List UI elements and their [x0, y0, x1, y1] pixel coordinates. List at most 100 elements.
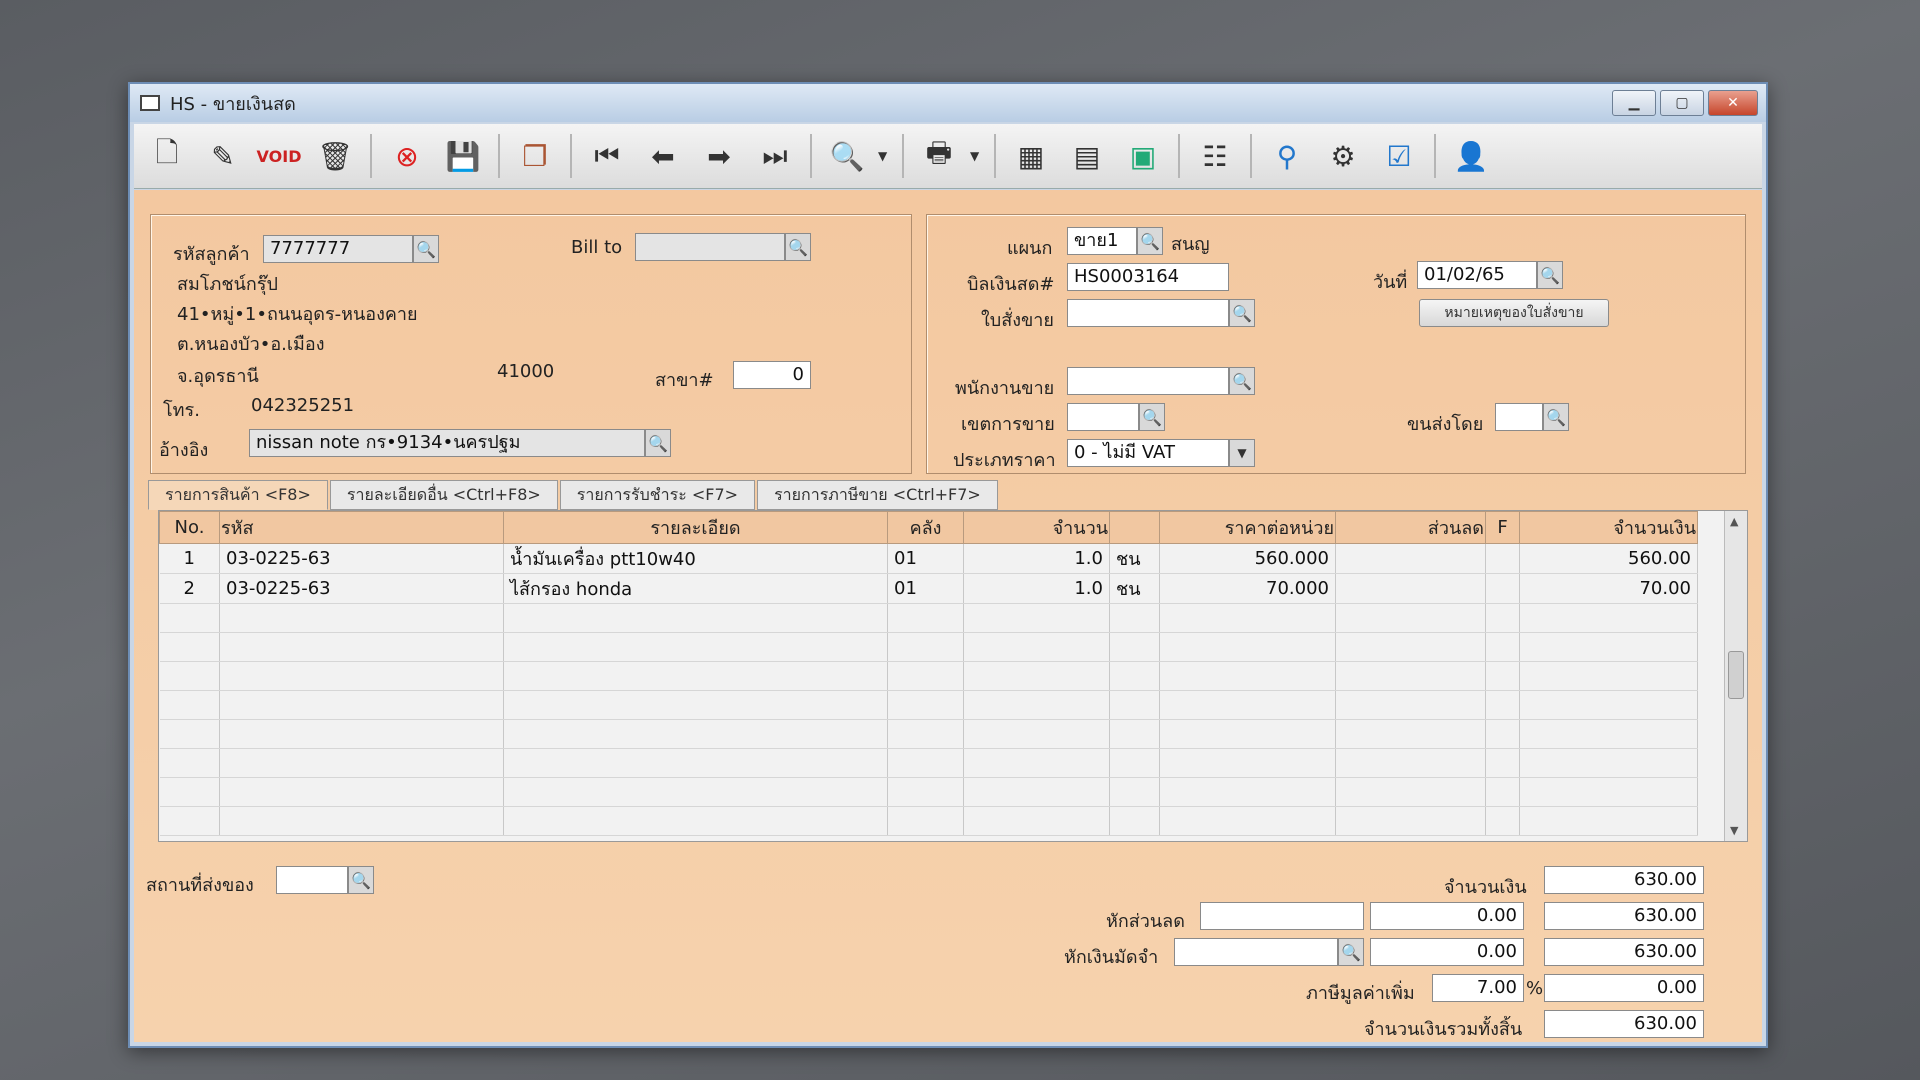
row-warehouse[interactable]: 01	[887, 543, 964, 574]
search-icon[interactable]: 🔍	[1137, 227, 1163, 255]
table-row[interactable]: 2 03-0225-63 ไส้กรอง honda 01 1.0 ชน 70.…	[159, 573, 1698, 604]
column-header-unit[interactable]	[1109, 511, 1160, 544]
scroll-down-icon[interactable]: ▼	[1730, 824, 1738, 837]
deposit-input[interactable]	[1174, 938, 1338, 966]
table-row[interactable]: 1 03-0225-63 น้ำมันเครื่อง ptt10w40 01 1…	[159, 543, 1698, 574]
table-row-empty[interactable]	[159, 777, 1698, 807]
trash-icon[interactable]: 🗑	[310, 131, 360, 181]
ok-icon[interactable]: ☑	[1374, 131, 1424, 181]
chevron-down-icon[interactable]: ▼	[970, 149, 984, 163]
column-header-code[interactable]: รหัส	[219, 511, 504, 544]
calc-icon[interactable]: ▦	[1006, 131, 1056, 181]
tab-sales-tax[interactable]: รายการภาษีขาย <Ctrl+F7>	[757, 480, 998, 510]
copy-icon[interactable]: ❐	[510, 131, 560, 181]
table-row-empty[interactable]	[159, 719, 1698, 749]
tax-icon[interactable]: ▤	[1062, 131, 1112, 181]
tab-other-details[interactable]: รายละเอียดอื่น <Ctrl+F8>	[329, 480, 558, 510]
search-icon[interactable]: 🔍	[1537, 261, 1563, 289]
column-header-no[interactable]: No.	[159, 511, 220, 544]
scroll-up-icon[interactable]: ▲	[1730, 515, 1738, 528]
ship-place-field[interactable]	[276, 866, 348, 894]
row-unit-price[interactable]: 560.000	[1159, 543, 1336, 574]
search-icon[interactable]: 🔍	[1139, 403, 1165, 431]
calendar-icon[interactable]: ▣	[1118, 131, 1168, 181]
discount-input[interactable]	[1200, 902, 1364, 930]
chevron-down-icon[interactable]: ▼	[1229, 439, 1255, 467]
scrollbar-thumb[interactable]	[1728, 651, 1744, 699]
column-header-discount[interactable]: ส่วนลด	[1335, 511, 1486, 544]
row-qty[interactable]: 1.0	[963, 573, 1110, 604]
cancel-icon[interactable]: ⊗	[382, 131, 432, 181]
date-field[interactable]: 01/02/65	[1417, 261, 1537, 289]
last-record-icon[interactable]: ⏭	[750, 131, 800, 181]
vat-rate-field[interactable]: 7.00	[1432, 974, 1524, 1002]
tab-items[interactable]: รายการสินค้า <F8>	[148, 480, 328, 510]
search-icon[interactable]: 🔍	[413, 235, 439, 263]
search-icon[interactable]: 🔍	[785, 233, 811, 261]
table-row-empty[interactable]	[159, 632, 1698, 662]
bill-to-field[interactable]	[635, 233, 785, 261]
print-icon[interactable]: 🖶	[914, 131, 964, 181]
row-discount[interactable]	[1335, 543, 1486, 574]
search-icon[interactable]: 🔍	[1229, 299, 1255, 327]
ship-by-field[interactable]	[1495, 403, 1543, 431]
row-qty[interactable]: 1.0	[963, 543, 1110, 574]
row-description[interactable]: ไส้กรอง honda	[503, 573, 888, 604]
user-icon[interactable]: 👤	[1446, 131, 1496, 181]
prev-record-icon[interactable]: ⬅	[638, 131, 688, 181]
row-unit[interactable]: ชน	[1109, 573, 1160, 604]
row-unit-price[interactable]: 70.000	[1159, 573, 1336, 604]
search-icon[interactable]: 🔍	[1338, 938, 1364, 966]
row-warehouse[interactable]: 01	[887, 573, 964, 604]
tools-icon[interactable]: ⚙	[1318, 131, 1368, 181]
edit-icon[interactable]: ✎	[198, 131, 248, 181]
tab-payments[interactable]: รายการรับชำระ <F7>	[559, 480, 756, 510]
next-record-icon[interactable]: ➡	[694, 131, 744, 181]
table-row-empty[interactable]	[159, 748, 1698, 778]
row-code[interactable]: 03-0225-63	[219, 543, 504, 574]
column-header-amount[interactable]: จำนวนเงิน	[1519, 511, 1698, 544]
column-header-description[interactable]: รายละเอียด	[503, 511, 888, 544]
column-header-qty[interactable]: จำนวน	[963, 511, 1110, 544]
order-note-button[interactable]: หมายเหตุของใบสั่งขาย	[1419, 299, 1609, 327]
department-field[interactable]: ขาย1	[1067, 227, 1137, 255]
row-f[interactable]	[1485, 573, 1520, 604]
table-row-empty[interactable]	[159, 806, 1698, 836]
column-header-f[interactable]: F	[1485, 511, 1520, 544]
title-bar[interactable]: HS - ขายเงินสด ▁ ▢ ✕	[130, 84, 1766, 122]
chevron-down-icon[interactable]: ▼	[878, 149, 892, 163]
minimize-button[interactable]: ▁	[1612, 90, 1656, 116]
branch-field[interactable]: 0	[733, 361, 811, 389]
first-record-icon[interactable]: ⏮	[582, 131, 632, 181]
row-discount[interactable]	[1335, 573, 1486, 604]
approve-icon[interactable]: ⚲	[1262, 131, 1312, 181]
search-icon[interactable]: 🔍	[645, 429, 671, 457]
reference-field[interactable]: nissan note กร•9134•นครปฐม	[249, 429, 645, 457]
search-icon[interactable]: 🔍	[1543, 403, 1569, 431]
search-doc-icon[interactable]: 🔍	[822, 131, 872, 181]
vertical-scrollbar[interactable]: ▲ ▼	[1724, 511, 1747, 841]
void-icon[interactable]: VOID	[254, 131, 304, 181]
salesperson-field[interactable]	[1067, 367, 1229, 395]
table-row-empty[interactable]	[159, 690, 1698, 720]
customer-code-field[interactable]: 7777777	[263, 235, 413, 263]
row-f[interactable]	[1485, 543, 1520, 574]
sales-order-field[interactable]	[1067, 299, 1229, 327]
save-icon[interactable]: 💾	[438, 131, 488, 181]
row-description[interactable]: น้ำมันเครื่อง ptt10w40	[503, 543, 888, 574]
close-button[interactable]: ✕	[1708, 90, 1758, 116]
report-icon[interactable]: ☷	[1190, 131, 1240, 181]
sales-area-field[interactable]	[1067, 403, 1139, 431]
table-row-empty[interactable]	[159, 661, 1698, 691]
new-doc-icon[interactable]: 🗋	[142, 131, 192, 181]
price-type-select[interactable]: 0 - ไม่มี VAT	[1067, 439, 1229, 467]
column-header-warehouse[interactable]: คลัง	[887, 511, 964, 544]
column-header-unit-price[interactable]: ราคาต่อหน่วย	[1159, 511, 1336, 544]
bill-number-field[interactable]: HS0003164	[1067, 263, 1229, 291]
search-icon[interactable]: 🔍	[348, 866, 374, 894]
maximize-button[interactable]: ▢	[1660, 90, 1704, 116]
search-icon[interactable]: 🔍	[1229, 367, 1255, 395]
row-unit[interactable]: ชน	[1109, 543, 1160, 574]
row-code[interactable]: 03-0225-63	[219, 573, 504, 604]
table-row-empty[interactable]	[159, 603, 1698, 633]
